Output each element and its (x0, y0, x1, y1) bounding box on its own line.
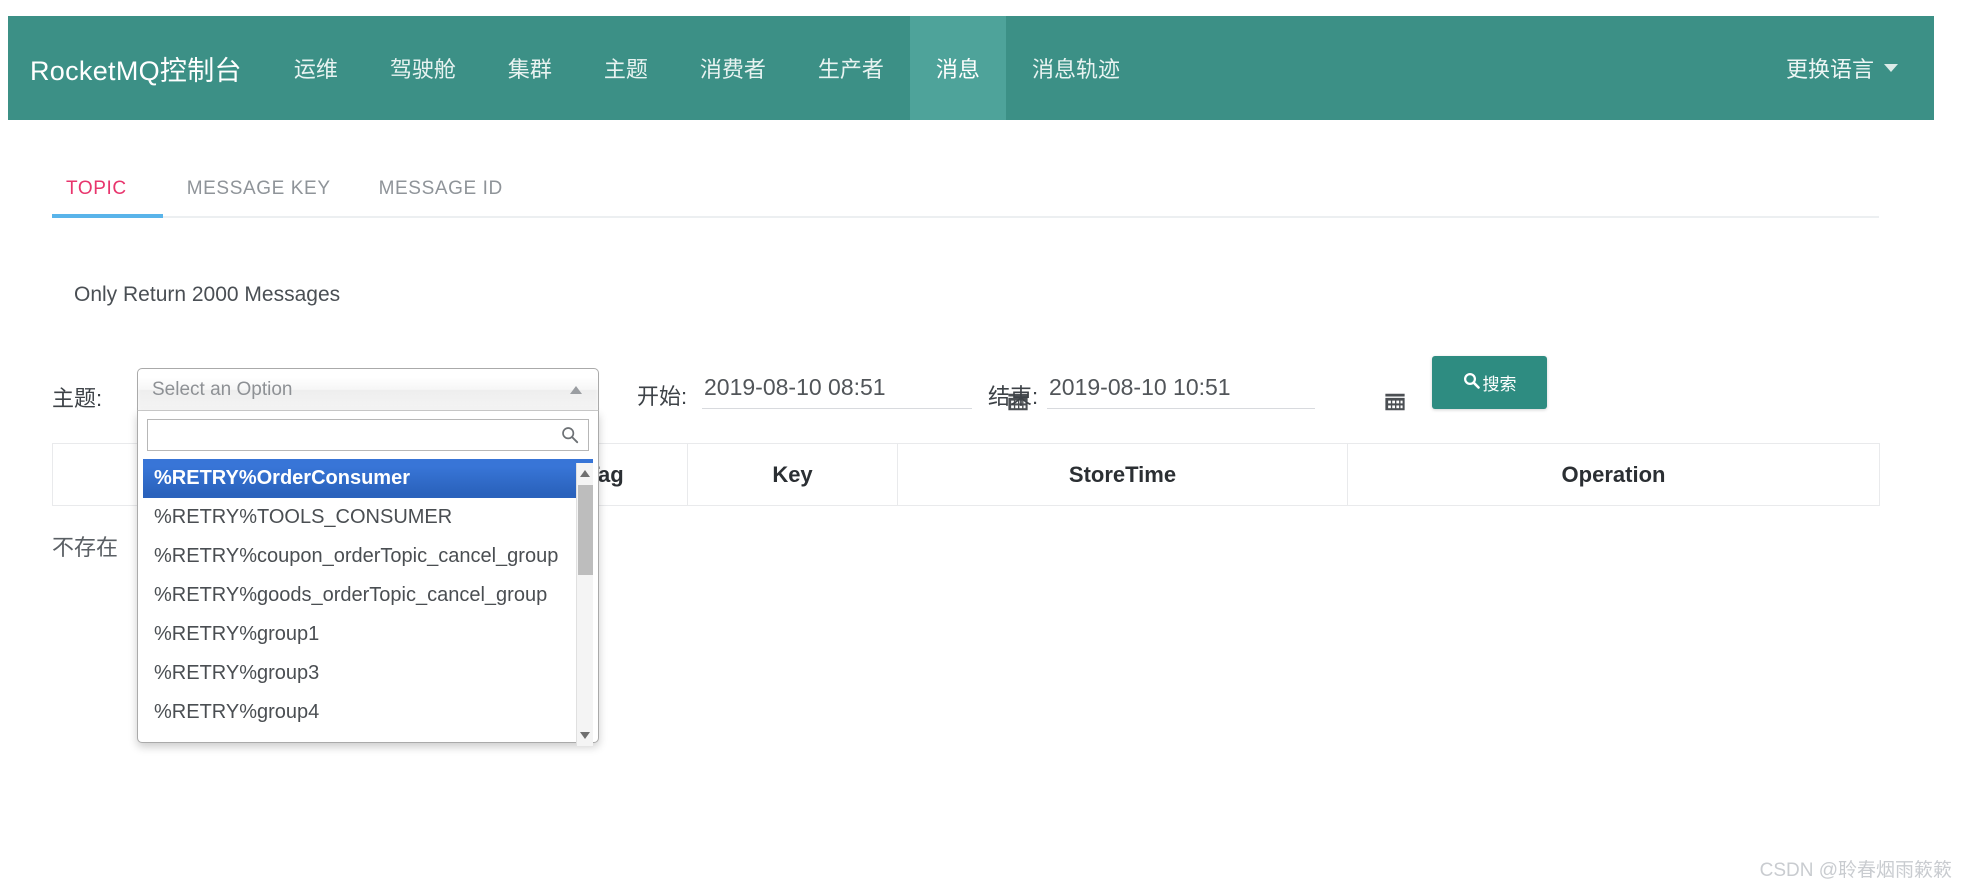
search-button-label: 搜索 (1482, 375, 1517, 394)
top-navbar: RocketMQ控制台 运维 驾驶舱 集群 主题 消费者 生产者 消息 消息轨迹… (8, 16, 1934, 120)
topic-select-placeholder: Select an Option (152, 378, 293, 400)
search-button[interactable]: 搜索 (1432, 356, 1547, 409)
topic-option-list[interactable]: %RETRY%OrderConsumer %RETRY%TOOLS_CONSUM… (143, 459, 593, 742)
list-item[interactable]: %RETRY%OrderConsumer (143, 459, 593, 498)
start-time-label: 开始: (637, 384, 688, 409)
empty-state-message: 不存在 (52, 535, 119, 560)
table-col-key: Key (687, 443, 898, 506)
list-item[interactable]: %RETRY%TOOLS_CONSUMER (143, 498, 593, 537)
topic-search-wrap (143, 416, 593, 459)
nav-items: 运维 驾驶舱 集群 主题 消费者 生产者 消息 消息轨迹 (268, 16, 1146, 120)
page-root: RocketMQ控制台 运维 驾驶舱 集群 主题 消费者 生产者 消息 消息轨迹… (0, 0, 1970, 892)
list-item[interactable]: %RETRY%group1 (143, 615, 593, 654)
topic-select: Select an Option %RETRY%OrderConsumer %R… (137, 368, 599, 746)
result-limit-note: Only Return 2000 Messages (74, 283, 341, 306)
list-item[interactable]: %RETRY%group5 (143, 732, 593, 742)
nav-item-ops[interactable]: 运维 (268, 16, 364, 120)
search-icon (1463, 372, 1480, 394)
search-mode-tabs: TOPIC MESSAGE KEY MESSAGE ID (52, 178, 1879, 218)
nav-item-cluster[interactable]: 集群 (482, 16, 578, 120)
app-brand[interactable]: RocketMQ控制台 (8, 16, 268, 120)
chevron-up-icon (570, 386, 582, 394)
list-item[interactable]: %RETRY%group4 (143, 693, 593, 732)
nav-item-consumer[interactable]: 消费者 (674, 16, 792, 120)
nav-item-dashboard[interactable]: 驾驶舱 (364, 16, 482, 120)
topic-select-dropdown: %RETRY%OrderConsumer %RETRY%TOOLS_CONSUM… (137, 411, 599, 746)
nav-item-producer[interactable]: 生产者 (792, 16, 910, 120)
calendar-icon-end[interactable] (1384, 391, 1406, 413)
topic-search-input[interactable] (147, 419, 589, 451)
table-col-operation: Operation (1347, 443, 1880, 506)
nav-item-message[interactable]: 消息 (909, 16, 1006, 120)
table-col-storetime: StoreTime (897, 443, 1348, 506)
start-time-input[interactable] (702, 374, 972, 409)
language-switcher-label: 更换语言 (1785, 57, 1874, 82)
topic-select-trigger[interactable]: Select an Option (137, 368, 599, 411)
chevron-down-icon (1884, 64, 1898, 72)
list-item[interactable]: %RETRY%goods_orderTopic_cancel_group (143, 576, 593, 615)
list-item[interactable]: %RETRY%coupon_orderTopic_cancel_group (143, 537, 593, 576)
watermark: CSDN @聆春烟雨簌簌 (1759, 860, 1952, 881)
tab-message-key[interactable]: MESSAGE KEY (163, 178, 355, 216)
end-time-label: 结束: (988, 384, 1039, 409)
language-switcher[interactable]: 更换语言 (1786, 16, 1934, 120)
tab-topic[interactable]: TOPIC (52, 178, 163, 218)
nav-item-message-trace[interactable]: 消息轨迹 (1006, 16, 1146, 120)
nav-item-topic[interactable]: 主题 (578, 16, 674, 120)
end-time-input[interactable] (1047, 374, 1315, 409)
topic-label: 主题: (52, 386, 103, 411)
list-item[interactable]: %RETRY%group3 (143, 654, 593, 693)
search-form-row: 主题: 开始: 结束: (52, 356, 1882, 746)
tab-message-id[interactable]: MESSAGE ID (355, 178, 527, 216)
